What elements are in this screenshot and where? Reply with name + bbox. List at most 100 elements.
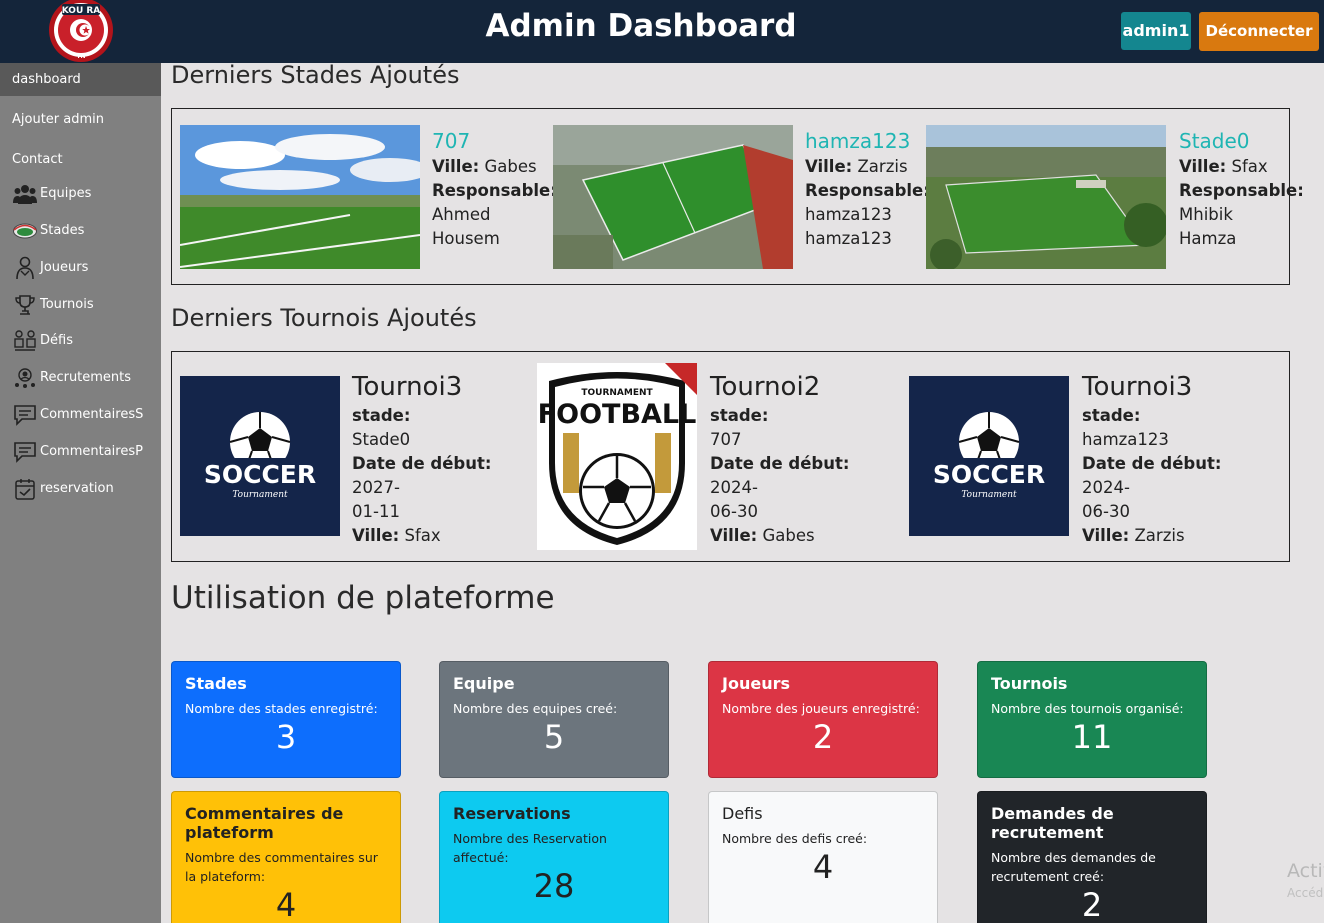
stade-info: 707 Ville: Gabes Responsable: Ahmed Hous… xyxy=(432,127,557,251)
card-title: Reservations xyxy=(453,804,571,823)
stat-card-tournois[interactable]: Tournois Nombre des tournois organisé: 1… xyxy=(977,661,1207,778)
card-value: 3 xyxy=(275,718,297,756)
activation-watermark: Activ xyxy=(1287,860,1324,882)
ville-label: Ville: xyxy=(352,526,400,545)
sidebar-item-label: Défis xyxy=(40,333,73,348)
tournoi-info: Tournoi3 stade: hamza123 Date de début: … xyxy=(1082,372,1260,548)
sidebar-item-reservation[interactable]: reservation xyxy=(0,472,161,505)
stade-name[interactable]: 707 xyxy=(432,127,552,155)
admin-user-button[interactable]: admin1 xyxy=(1121,12,1191,50)
sidebar-item-joueurs[interactable]: Joueurs xyxy=(0,251,161,284)
sidebar-item-label: CommentairesS xyxy=(40,407,144,422)
sidebar-item-label: dashboard xyxy=(12,72,81,87)
svg-text:FOOTBALL: FOOTBALL xyxy=(538,399,697,430)
tournoi-info: Tournoi3 stade: Stade0 Date de début: 20… xyxy=(352,372,530,548)
ville-label: Ville: xyxy=(805,157,853,176)
ville-value: Zarzis xyxy=(1134,526,1185,545)
card-subtitle: Nombre des tournois organisé: xyxy=(991,701,1184,716)
sidebar-item-commentairesp[interactable]: CommentairesP xyxy=(0,435,161,468)
sidebar-item-contact[interactable]: Contact xyxy=(0,143,161,176)
sidebar-item-recrutements[interactable]: Recrutements xyxy=(0,361,161,394)
date-value: 2024- xyxy=(1082,478,1130,497)
stade-label: stade: xyxy=(352,406,411,425)
sidebar-item-defis[interactable]: Défis xyxy=(0,324,161,357)
responsable-value: Ahmed xyxy=(432,205,491,224)
card-title: Demandes de recrutement xyxy=(991,804,1114,842)
sidebar-item-tournois[interactable]: Tournois xyxy=(0,288,161,321)
responsable-value: Mhibik xyxy=(1179,205,1233,224)
date-value: 2027- xyxy=(352,478,400,497)
stat-card-joueurs[interactable]: Joueurs Nombre des joueurs enregistré: 2 xyxy=(708,661,938,778)
calendar-icon xyxy=(12,476,38,502)
stat-card-stades[interactable]: Stades Nombre des stades enregistré: 3 xyxy=(171,661,401,778)
responsable-value: Housem xyxy=(432,229,500,248)
card-value: 2 xyxy=(1081,886,1103,923)
tournoi-name[interactable]: Tournoi3 xyxy=(352,372,530,402)
stade-image[interactable] xyxy=(926,125,1166,269)
ville-label: Ville: xyxy=(1082,526,1130,545)
card-subtitle: Nombre des equipes creé: xyxy=(453,701,618,716)
tournoi-poster[interactable]: SOCCER Tournament xyxy=(180,376,340,536)
stats-section-title: Utilisation de plateforme xyxy=(171,580,555,616)
ville-value: Gabes xyxy=(484,157,537,176)
tournoi-name[interactable]: Tournoi2 xyxy=(710,372,890,402)
logout-button[interactable]: Déconnecter xyxy=(1199,12,1319,51)
tournoi-info: Tournoi2 stade: 707 Date de début: 2024-… xyxy=(710,372,890,548)
stat-card-defis[interactable]: Defis Nombre des defis creé: 4 xyxy=(708,791,938,923)
stat-card-reservations[interactable]: Reservations Nombre des Reservation affe… xyxy=(439,791,669,923)
svg-text:TOURNAMENT: TOURNAMENT xyxy=(581,388,653,398)
card-value: 2 xyxy=(812,718,834,756)
card-value: 5 xyxy=(543,718,565,756)
ville-label: Ville: xyxy=(432,157,480,176)
stade-value: hamza123 xyxy=(1082,430,1169,449)
card-value: 28 xyxy=(533,867,575,905)
stat-card-equipe[interactable]: Equipe Nombre des equipes creé: 5 xyxy=(439,661,669,778)
ville-label: Ville: xyxy=(1179,157,1227,176)
stade-name[interactable]: hamza123 xyxy=(805,127,925,155)
date-label: Date de début: xyxy=(710,454,850,473)
challenge-icon xyxy=(12,328,38,354)
card-subtitle: Nombre des demandes de recrutement creé: xyxy=(991,850,1156,884)
ville-value: Gabes xyxy=(762,526,815,545)
sidebar-item-label: Ajouter admin xyxy=(12,112,105,127)
sidebar-item-label: reservation xyxy=(40,481,114,496)
stat-card-recrutement[interactable]: Demandes de recrutement Nombre des deman… xyxy=(977,791,1207,923)
svg-text:Tournament: Tournament xyxy=(961,490,1017,500)
sidebar-item-ajouter-admin[interactable]: Ajouter admin xyxy=(0,103,161,136)
sidebar-item-label: Joueurs xyxy=(40,260,89,275)
ville-label: Ville: xyxy=(710,526,758,545)
svg-text:TN: TN xyxy=(76,53,85,60)
card-subtitle: Nombre des Reservation affectué: xyxy=(453,831,607,865)
sidebar-item-equipes[interactable]: Equipes xyxy=(0,177,161,210)
sidebar-item-label: Contact xyxy=(12,152,63,167)
ville-value: Zarzis xyxy=(857,157,908,176)
date-value: 06-30 xyxy=(1082,502,1130,521)
card-subtitle: Nombre des commentaires sur la plateform… xyxy=(185,850,378,884)
sidebar-item-dashboard[interactable]: dashboard xyxy=(0,63,161,96)
svg-text:Tournament: Tournament xyxy=(232,490,288,500)
responsable-value: Hamza xyxy=(1179,229,1237,248)
responsable-value: hamza123 xyxy=(805,229,892,248)
date-value: 2024- xyxy=(710,478,758,497)
stat-card-commentaires[interactable]: Commentaires de plateform Nombre des com… xyxy=(171,791,401,923)
comment-icon xyxy=(12,439,38,465)
card-value: 4 xyxy=(275,886,297,923)
trophy-icon xyxy=(12,292,38,318)
sidebar-item-stades[interactable]: Stades xyxy=(0,214,161,247)
stade-name[interactable]: Stade0 xyxy=(1179,127,1289,155)
activation-watermark-sub: Accéd xyxy=(1287,886,1324,900)
svg-text:SOCCER: SOCCER xyxy=(933,460,1045,489)
responsable-label: Responsable: xyxy=(1179,181,1304,200)
card-subtitle: Nombre des defis creé: xyxy=(722,831,868,846)
sidebar-item-commentairess[interactable]: CommentairesS xyxy=(0,398,161,431)
stade-image[interactable] xyxy=(553,125,793,269)
tournois-section-title: Derniers Tournois Ajoutés xyxy=(171,304,477,332)
stade-image[interactable] xyxy=(180,125,420,269)
date-label: Date de début: xyxy=(1082,454,1222,473)
top-bar: KOU RA TN Admin Dashboard admin1 Déconne… xyxy=(0,0,1324,63)
tournoi-poster[interactable]: TOURNAMENT FOOTBALL xyxy=(537,363,697,550)
responsable-label: Responsable: xyxy=(432,181,557,200)
stade-info: Stade0 Ville: Sfax Responsable: Mhibik H… xyxy=(1179,127,1304,251)
tournoi-name[interactable]: Tournoi3 xyxy=(1082,372,1260,402)
tournoi-poster[interactable]: SOCCER Tournament xyxy=(909,376,1069,536)
